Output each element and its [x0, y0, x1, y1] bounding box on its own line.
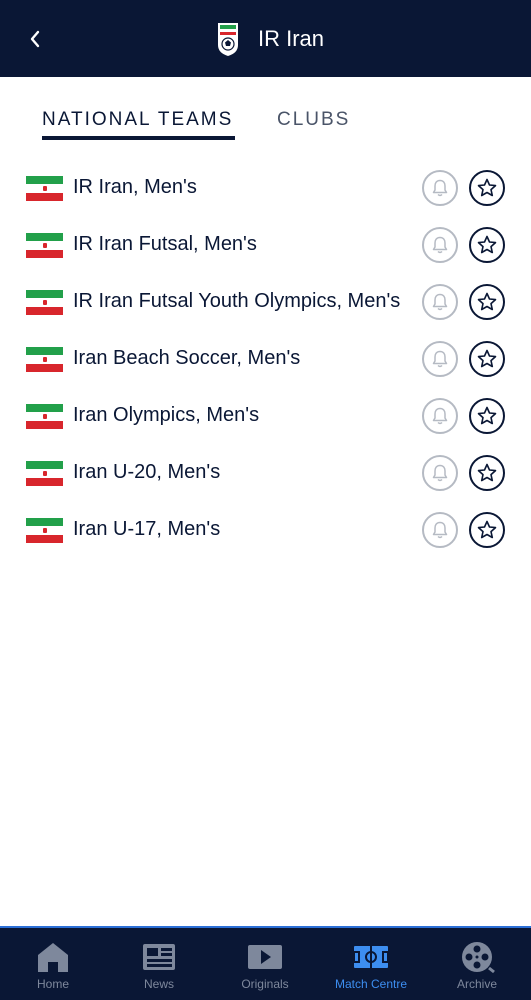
nav-archive[interactable]: Archive — [424, 928, 530, 1000]
bell-icon — [432, 350, 448, 368]
team-name: Iran U-17, Men's — [73, 518, 221, 540]
favorite-button[interactable] — [469, 455, 505, 491]
nav-label: Match Centre — [334, 977, 408, 991]
iran-flag-icon — [26, 233, 63, 258]
team-row[interactable]: Iran Olympics, Men's — [0, 388, 531, 445]
notify-button[interactable] — [422, 398, 458, 434]
team-row[interactable]: Iran U-20, Men's — [0, 445, 531, 502]
back-button[interactable] — [20, 22, 50, 56]
team-name: IR Iran, Men's — [73, 176, 197, 198]
team-row[interactable]: IR Iran Futsal Youth Olympics, Men's — [0, 274, 531, 331]
team-name: Iran Beach Soccer, Men's — [73, 347, 301, 369]
team-row[interactable]: IR Iran, Men's — [0, 160, 531, 217]
team-name: IR Iran Futsal Youth Olympics, Men's — [73, 290, 401, 312]
tab-clubs[interactable]: CLUBS — [277, 108, 350, 132]
bell-icon — [432, 293, 448, 311]
iran-flag-icon — [26, 347, 63, 372]
favorite-button[interactable] — [469, 170, 505, 206]
star-icon — [477, 463, 497, 482]
pitch-icon — [353, 940, 389, 974]
iran-flag-icon — [26, 518, 63, 543]
star-icon — [477, 406, 497, 425]
notify-button[interactable] — [422, 227, 458, 263]
team-row[interactable]: Iran Beach Soccer, Men's — [0, 331, 531, 388]
star-icon — [477, 349, 497, 368]
team-list: IR Iran, Men's IR Iran Futsal, Men's IR … — [0, 160, 531, 559]
bell-icon — [432, 179, 448, 197]
bell-icon — [432, 464, 448, 482]
active-tab-indicator — [42, 136, 235, 140]
app-header: IR Iran — [0, 0, 531, 77]
notify-button[interactable] — [422, 512, 458, 548]
home-icon — [35, 940, 71, 974]
team-name: Iran Olympics, Men's — [73, 404, 260, 426]
star-icon — [477, 235, 497, 254]
iran-flag-icon — [26, 404, 63, 429]
favorite-button[interactable] — [469, 398, 505, 434]
iran-flag-icon — [26, 461, 63, 486]
nav-match-centre[interactable]: Match Centre — [318, 928, 424, 1000]
nav-home[interactable]: Home — [0, 928, 106, 1000]
iran-flag-icon — [26, 176, 63, 201]
bottom-nav: Home News Originals Match Centre Archive — [0, 926, 531, 1000]
star-icon — [477, 520, 497, 539]
news-icon — [141, 940, 177, 974]
favorite-button[interactable] — [469, 512, 505, 548]
team-row[interactable]: IR Iran Futsal, Men's — [0, 217, 531, 274]
bell-icon — [432, 521, 448, 539]
federation-crest-icon — [216, 21, 240, 57]
favorite-button[interactable] — [469, 227, 505, 263]
star-icon — [477, 178, 497, 197]
nav-label: Originals — [241, 977, 289, 991]
team-row[interactable]: Iran U-17, Men's — [0, 502, 531, 559]
play-icon — [247, 940, 283, 974]
nav-originals[interactable]: Originals — [212, 928, 318, 1000]
notify-button[interactable] — [422, 170, 458, 206]
film-reel-icon — [459, 940, 495, 974]
tab-national-teams[interactable]: NATIONAL TEAMS — [42, 108, 233, 132]
favorite-button[interactable] — [469, 341, 505, 377]
team-name: Iran U-20, Men's — [73, 461, 221, 483]
bell-icon — [432, 236, 448, 254]
team-name: IR Iran Futsal, Men's — [73, 233, 257, 255]
star-icon — [477, 292, 497, 311]
chevron-left-icon — [30, 30, 40, 48]
notify-button[interactable] — [422, 455, 458, 491]
team-type-tabs: NATIONAL TEAMS CLUBS — [0, 100, 531, 148]
nav-label: News — [143, 977, 174, 991]
nav-label: Home — [36, 977, 69, 991]
nav-news[interactable]: News — [106, 928, 212, 1000]
nav-label: Archive — [456, 977, 497, 991]
favorite-button[interactable] — [469, 284, 505, 320]
page-title: IR Iran — [258, 26, 325, 51]
bell-icon — [432, 407, 448, 425]
iran-flag-icon — [26, 290, 63, 315]
notify-button[interactable] — [422, 284, 458, 320]
notify-button[interactable] — [422, 341, 458, 377]
